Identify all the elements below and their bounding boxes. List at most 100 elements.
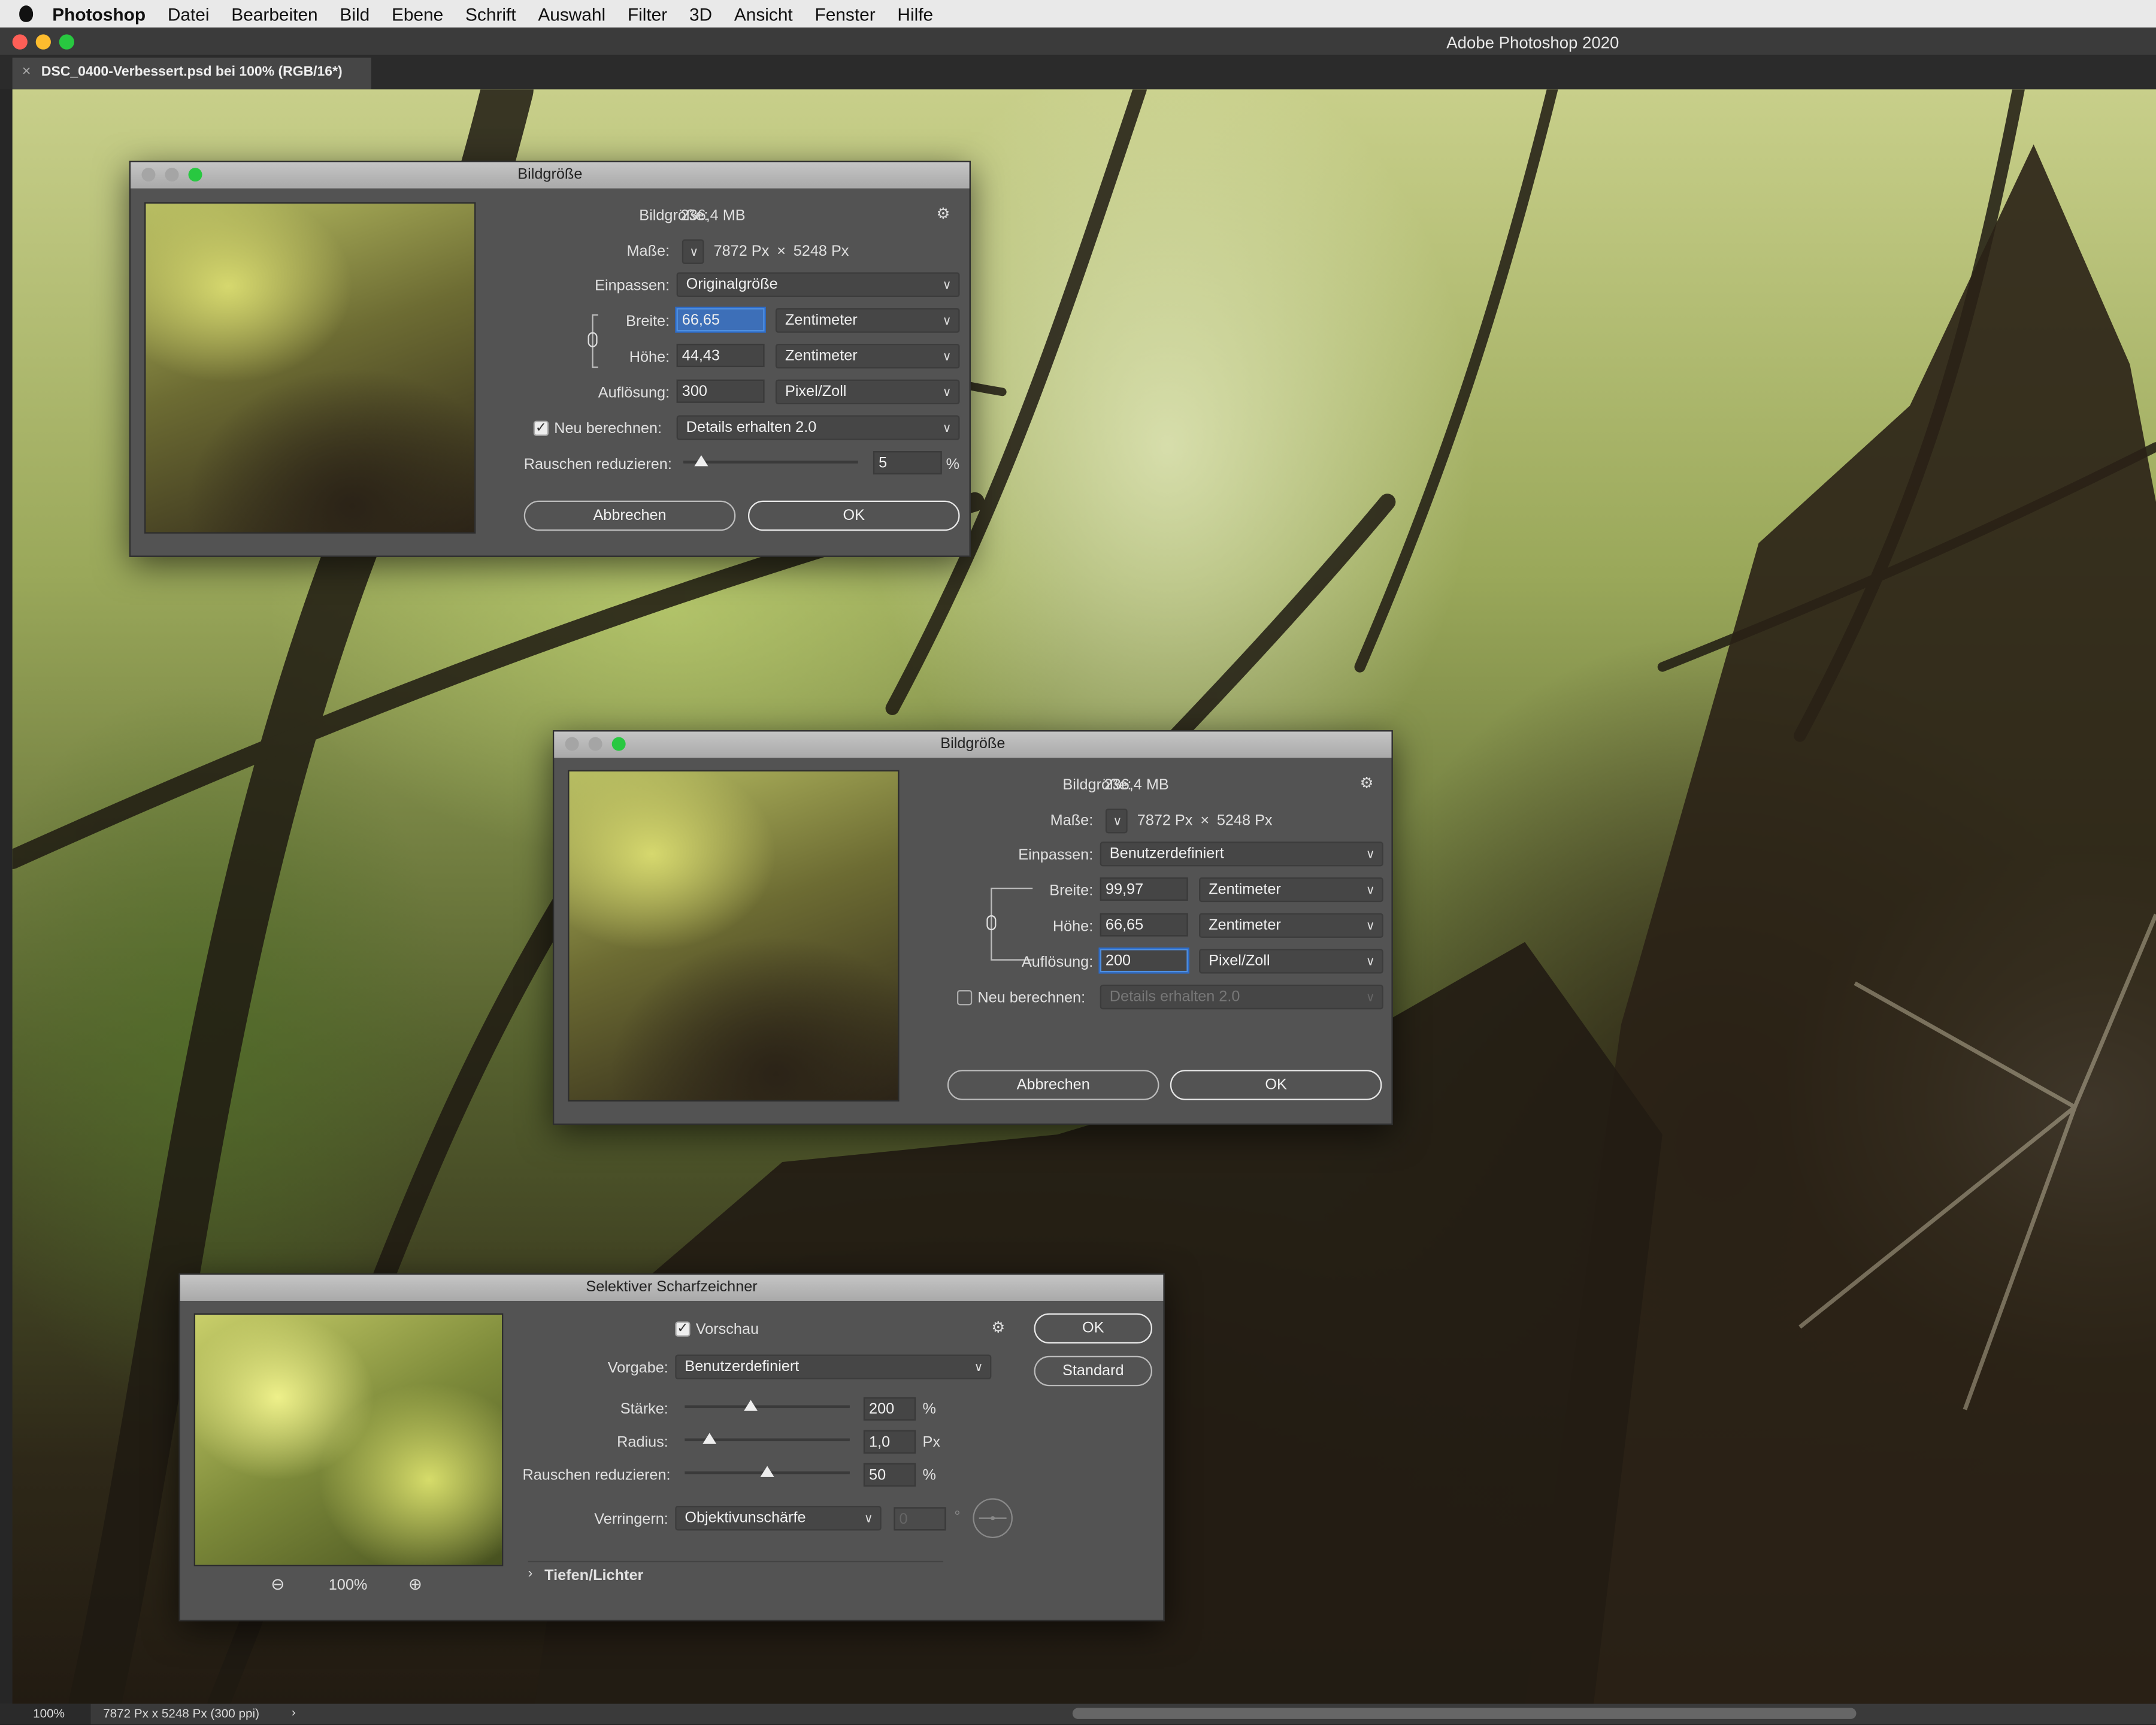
cancel-button[interactable]: Abbrechen — [947, 1070, 1159, 1100]
masse-height: 5248 Px — [793, 243, 849, 260]
hoehe-unit-select[interactable]: Zentimeter ∨ — [775, 343, 960, 369]
masse-dropdown[interactable]: ∨ — [682, 239, 704, 264]
gear-icon[interactable]: ⚙ — [991, 1319, 1005, 1337]
masse-width: 7872 Px — [1137, 812, 1193, 830]
neu-berechnen-label: Neu berechnen: — [977, 990, 1086, 1007]
menu-ansicht[interactable]: Ansicht — [723, 4, 804, 24]
cancel-button[interactable]: Abbrechen — [523, 500, 736, 531]
menu-datei[interactable]: Datei — [156, 4, 220, 24]
rauschen-slider[interactable] — [685, 1466, 850, 1477]
vorschau-checkbox[interactable]: ✓ — [675, 1321, 691, 1337]
menu-hilfe[interactable]: Hilfe — [886, 4, 944, 24]
sharpen-preview[interactable] — [193, 1313, 504, 1567]
hoehe-input[interactable]: 44,43 — [676, 343, 765, 368]
zoom-out-icon[interactable]: ⊖ — [271, 1575, 284, 1594]
hoehe-input[interactable]: 66,65 — [1100, 913, 1188, 937]
image-preview[interactable] — [144, 202, 476, 534]
standard-button[interactable]: Standard — [1034, 1355, 1152, 1387]
tab-close-icon[interactable]: × — [22, 63, 31, 80]
ok-button[interactable]: OK — [747, 500, 960, 531]
menu-schrift[interactable]: Schrift — [455, 4, 527, 24]
staerke-slider[interactable] — [685, 1400, 850, 1411]
menu-bearbeiten[interactable]: Bearbeiten — [220, 4, 329, 24]
horizontal-scrollbar[interactable] — [1072, 1708, 1857, 1719]
menu-auswahl[interactable]: Auswahl — [527, 4, 617, 24]
hoehe-unit-select[interactable]: Zentimeter ∨ — [1199, 913, 1383, 938]
dialog-minimize-button[interactable] — [165, 168, 179, 182]
zoom-level[interactable]: 100% — [0, 1703, 91, 1725]
dialog-title-bar: Bildgröße — [131, 162, 970, 189]
neu-berechnen-label: Neu berechnen: — [554, 420, 662, 438]
neu-berechnen-select[interactable]: Details erhalten 2.0 ∨ — [676, 415, 960, 440]
staerke-slider-thumb[interactable] — [744, 1400, 758, 1411]
menu-app-name[interactable]: Photoshop — [41, 4, 157, 24]
staerke-label: Stärke: — [620, 1401, 668, 1418]
aufloesung-unit-select[interactable]: Pixel/Zoll ∨ — [1199, 949, 1383, 974]
menu-ebene[interactable]: Ebene — [381, 4, 455, 24]
dialog-title: Bildgröße — [517, 166, 583, 183]
aufloesung-label: Auflösung: — [598, 385, 670, 402]
breite-unit-select[interactable]: Zentimeter ∨ — [775, 308, 960, 333]
zoom-in-icon[interactable]: ⊕ — [408, 1575, 422, 1594]
radius-slider-thumb[interactable] — [702, 1433, 717, 1444]
status-menu-arrow[interactable]: › — [292, 1705, 296, 1719]
section-divider — [528, 1560, 944, 1563]
dialog-minimize-button[interactable] — [588, 737, 602, 751]
window-zoom-button[interactable] — [59, 34, 74, 50]
ok-button[interactable]: OK — [1170, 1070, 1382, 1100]
aufloesung-unit-select[interactable]: Pixel/Zoll ∨ — [775, 379, 960, 405]
vorgabe-select[interactable]: Benutzerdefiniert ∨ — [675, 1354, 992, 1379]
rauschen-unit: % — [946, 456, 960, 473]
aufloesung-input[interactable]: 300 — [676, 379, 765, 403]
breite-label: Breite: — [1049, 882, 1094, 900]
window-close-button[interactable] — [12, 34, 28, 50]
aufloesung-input[interactable]: 200 — [1100, 949, 1188, 973]
menu-fenster[interactable]: Fenster — [804, 4, 886, 24]
rauschen-unit: % — [922, 1467, 937, 1484]
neu-berechnen-checkbox[interactable] — [956, 990, 973, 1006]
window-minimize-button[interactable] — [35, 34, 51, 50]
breite-input[interactable]: 99,97 — [1100, 877, 1188, 901]
document-tab[interactable]: × DSC_0400-Verbessert.psd bei 100% (RGB/… — [12, 58, 371, 90]
rauschen-slider[interactable] — [683, 455, 858, 467]
rauschen-label: Rauschen reduzieren: — [523, 456, 672, 473]
rauschen-label: Rauschen reduzieren: — [522, 1467, 671, 1484]
document-tab-title: DSC_0400-Verbessert.psd bei 100% (RGB/16… — [41, 64, 343, 80]
rauschen-input[interactable]: 5 — [873, 451, 942, 475]
einpassen-select[interactable]: Originalgröße ∨ — [676, 272, 960, 297]
staerke-input[interactable]: 200 — [863, 1397, 916, 1421]
neu-berechnen-checkbox[interactable]: ✓ — [533, 420, 549, 436]
rauschen-slider-thumb[interactable] — [760, 1466, 774, 1477]
tiefen-lichter-section[interactable]: Tiefen/Lichter — [544, 1567, 643, 1584]
rauschen-input[interactable]: 50 — [863, 1463, 916, 1487]
masse-height: 5248 Px — [1216, 812, 1273, 830]
breite-input[interactable]: 66,65 — [676, 308, 765, 332]
ok-button[interactable]: OK — [1034, 1313, 1152, 1344]
dialog-close-button[interactable] — [141, 168, 156, 182]
dialog-close-button[interactable] — [565, 737, 579, 751]
verringern-select[interactable]: Objektivunschärfe ∨ — [675, 1506, 882, 1531]
radius-slider[interactable] — [685, 1433, 850, 1444]
radius-input[interactable]: 1,0 — [863, 1430, 916, 1454]
bildgroesse-value: 236,4 MB — [680, 207, 746, 225]
breite-unit-select[interactable]: Zentimeter ∨ — [1199, 877, 1383, 903]
masse-width: 7872 Px — [713, 243, 770, 260]
angle-unit: ° — [954, 1508, 961, 1526]
chevron-right-icon[interactable]: › — [528, 1566, 533, 1581]
gear-icon[interactable]: ⚙ — [1360, 774, 1374, 792]
document-info: 7872 Px x 5248 Px (300 ppi) — [103, 1706, 259, 1721]
gear-icon[interactable]: ⚙ — [937, 205, 950, 223]
rauschen-slider-thumb[interactable] — [694, 455, 708, 467]
aufloesung-label: Auflösung: — [1021, 954, 1094, 971]
dialog-title-bar: Bildgröße — [554, 731, 1392, 758]
menu-3d[interactable]: 3D — [679, 4, 723, 24]
masse-dropdown[interactable]: ∨ — [1105, 809, 1128, 834]
dialog-zoom-button[interactable] — [611, 737, 626, 751]
einpassen-select[interactable]: Benutzerdefiniert ∨ — [1100, 842, 1383, 867]
menu-bild[interactable]: Bild — [329, 4, 381, 24]
dialog-zoom-button[interactable] — [188, 168, 202, 182]
menu-filter[interactable]: Filter — [617, 4, 679, 24]
image-preview[interactable] — [568, 770, 900, 1102]
angle-dial-icon — [973, 1498, 1013, 1538]
apple-icon[interactable] — [0, 0, 41, 28]
